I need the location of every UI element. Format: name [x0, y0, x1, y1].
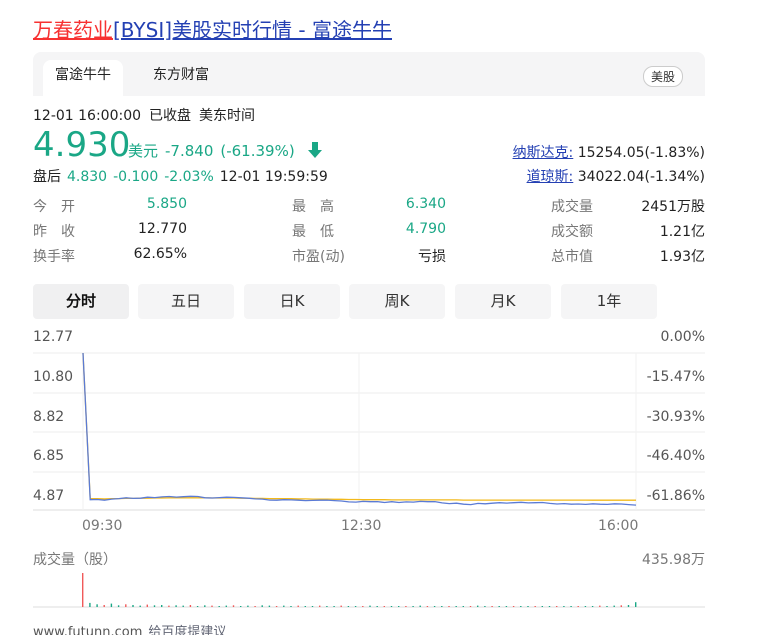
volume-bar [168, 605, 170, 607]
volume-bar [182, 605, 184, 607]
volume-bar [132, 605, 134, 607]
volume-bar [304, 606, 306, 607]
volume-bar [196, 606, 199, 607]
volume-bar [326, 606, 328, 607]
volume-bar [189, 605, 192, 607]
volume-bar [347, 606, 350, 607]
volume-bar [161, 605, 163, 607]
x-tick: 16:00 [598, 518, 639, 534]
volume-bar [354, 606, 357, 607]
volume-bar [512, 606, 515, 607]
volume-bar [556, 606, 558, 607]
volume-bar [362, 606, 364, 607]
volume-bar [620, 605, 622, 607]
volume-bar [390, 606, 393, 607]
volume-bar [110, 603, 113, 607]
volume-bar [419, 605, 421, 607]
volume-bar [383, 606, 385, 607]
volume-bar [491, 606, 493, 607]
volume-bar [232, 605, 235, 607]
volume-bar [455, 606, 457, 607]
volume-bar [261, 605, 263, 607]
volume-title: 成交量（股） [33, 552, 117, 568]
volume-bar [218, 606, 220, 607]
volume-bar [340, 605, 342, 607]
volume-bar [247, 605, 249, 607]
volume-bar [254, 606, 256, 607]
volume-bar [175, 605, 177, 607]
volume-bar [225, 605, 227, 607]
volume-bar [570, 606, 572, 607]
volume-bar [548, 606, 551, 607]
volume-bar [448, 606, 450, 607]
volume-bar [103, 605, 105, 607]
source-url[interactable]: www.futunn.com [33, 625, 142, 635]
volume-bar [333, 606, 335, 607]
volume-bar [520, 606, 522, 607]
volume-bar [297, 605, 299, 607]
volume-bar [577, 606, 579, 607]
volume-bar [534, 606, 536, 607]
volume-bar [146, 604, 148, 607]
volume-bar [89, 602, 91, 607]
volume-bar [469, 606, 472, 607]
volume-bar [527, 606, 529, 607]
volume-bar [426, 606, 429, 607]
volume-bar [627, 605, 630, 607]
volume-bar [591, 606, 594, 607]
volume-bar [153, 605, 156, 607]
volume-bar [635, 602, 637, 607]
volume-bar [398, 606, 400, 607]
volume-bar [311, 606, 314, 607]
intraday-price-chart [33, 352, 705, 608]
volume-bar [204, 605, 206, 607]
volume-bar [441, 606, 443, 607]
volume-bar [369, 605, 371, 607]
volume-bar [462, 606, 464, 607]
volume-bar [477, 605, 479, 607]
volume-bar [613, 605, 615, 607]
volume-bar [599, 605, 601, 607]
volume-bar [117, 605, 120, 607]
volume-bar [211, 605, 213, 607]
volume-bar [584, 606, 587, 607]
x-tick: 12:30 [341, 518, 382, 534]
volume-bar [606, 606, 608, 607]
feedback-link[interactable]: 给百度提建议 [148, 625, 226, 635]
volume-bar [484, 606, 486, 607]
volume-bar [283, 605, 285, 607]
volume-bar [376, 606, 378, 607]
volume-max: 435.98万 [642, 552, 705, 568]
x-tick: 09:30 [82, 518, 123, 534]
volume-bar [290, 606, 292, 607]
volume-bar [139, 605, 141, 607]
volume-bar [319, 605, 321, 607]
volume-bar [268, 605, 271, 607]
volume-bar [563, 606, 565, 607]
volume-bar [96, 604, 98, 607]
volume-bar [240, 606, 242, 607]
volume-bar [498, 606, 500, 607]
volume-bar [433, 606, 436, 607]
volume-bar [505, 606, 508, 607]
volume-bar [405, 606, 407, 607]
volume-bar [275, 606, 278, 607]
volume-bar [125, 604, 127, 607]
volume-bar [82, 573, 84, 607]
volume-bar [412, 606, 414, 607]
volume-bar [541, 606, 543, 607]
footer: www.futunn.com 给百度提建议 [33, 621, 226, 635]
